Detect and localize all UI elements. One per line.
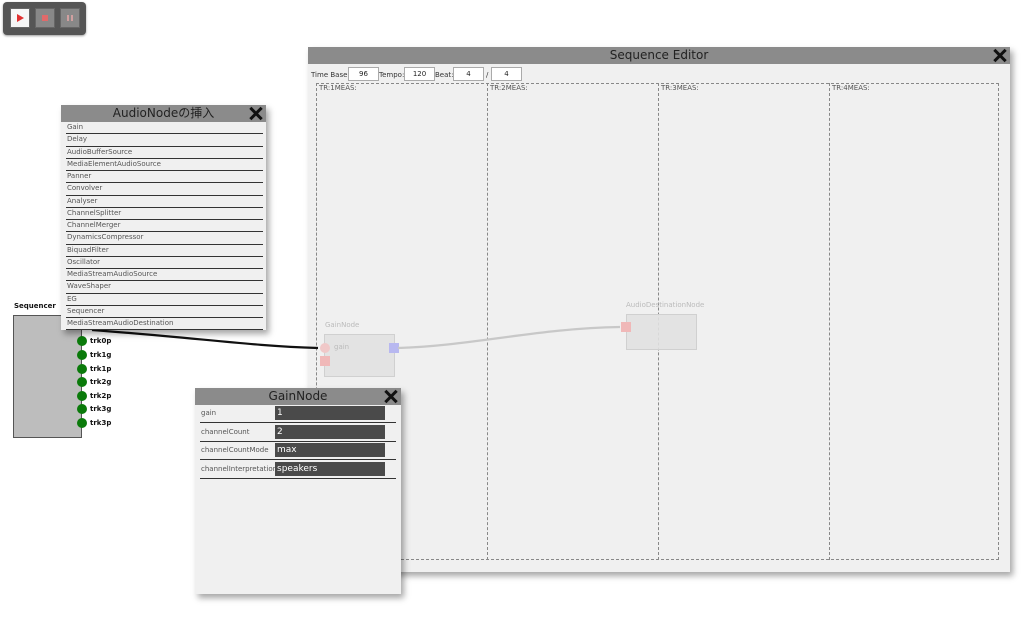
gainnode-properties-panel: GainNode gain 1 channelCount 2 channelCo…	[195, 388, 401, 594]
menu-item-mediastreamaudiosource[interactable]: MediaStreamAudioSource	[66, 269, 263, 282]
track-port[interactable]	[77, 391, 87, 401]
property-label: channelCount	[201, 428, 250, 436]
menu-item-sequencer[interactable]: Sequencer	[66, 306, 263, 318]
property-value-input[interactable]: max	[275, 443, 385, 457]
track-port[interactable]	[77, 364, 87, 374]
menu-item-audiobuffersource[interactable]: AudioBufferSource	[66, 147, 263, 159]
menu-item-mediastreamaudiodestination[interactable]: MediaStreamAudioDestination	[66, 318, 263, 331]
track-port[interactable]	[77, 418, 87, 428]
menu-item-convolver[interactable]: Convolver	[66, 183, 263, 196]
track-port[interactable]	[77, 350, 87, 360]
close-icon[interactable]	[384, 389, 398, 403]
property-value-input[interactable]: 1	[275, 406, 385, 420]
property-label: channelInterpretation	[201, 465, 278, 473]
menu-item-panner[interactable]: Panner	[66, 171, 263, 184]
track-port[interactable]	[77, 377, 87, 387]
insert-menu-title: AudioNodeの挿入	[61, 105, 266, 122]
menu-item-delay[interactable]: Delay	[66, 134, 263, 147]
track-label: trk2p	[90, 392, 112, 400]
property-row-channelcountmode: channelCountMode max	[200, 441, 396, 460]
track-label: trk1g	[90, 351, 112, 359]
property-value-input[interactable]: speakers	[275, 462, 385, 476]
menu-item-waveshaper[interactable]: WaveShaper	[66, 281, 263, 294]
track-label: trk3p	[90, 419, 112, 427]
menu-item-biquadfilter[interactable]: BiquadFilter	[66, 245, 263, 257]
property-row-gain: gain 1	[200, 404, 396, 423]
sequencer-title: Sequencer	[14, 302, 56, 310]
property-value-input[interactable]: 2	[275, 425, 385, 439]
close-icon[interactable]	[249, 106, 263, 120]
menu-item-gain[interactable]: Gain	[66, 122, 263, 135]
gain-panel-title: GainNode	[195, 388, 401, 405]
sequencer-node[interactable]	[13, 315, 82, 438]
track-port[interactable]	[77, 404, 87, 414]
property-row-channelcount: channelCount 2	[200, 423, 396, 442]
property-row-channelinterpretation: channelInterpretation speakers	[200, 460, 396, 479]
track-port[interactable]	[77, 336, 87, 346]
menu-item-mediaelementaudiosource[interactable]: MediaElementAudioSource	[66, 159, 263, 171]
track-label: trk0p	[90, 337, 112, 345]
menu-item-oscillator[interactable]: Oscillator	[66, 257, 263, 269]
property-label: gain	[201, 409, 217, 417]
menu-item-dynamicscompressor[interactable]: DynamicsCompressor	[66, 232, 263, 245]
track-label: trk2g	[90, 378, 112, 386]
gain-to-destination-wire[interactable]	[397, 325, 621, 350]
audionode-list: Gain Delay AudioBufferSource MediaElemen…	[66, 122, 263, 331]
menu-item-channelsplitter[interactable]: ChannelSplitter	[66, 208, 263, 220]
menu-item-analyser[interactable]: Analyser	[66, 196, 263, 208]
property-label: channelCountMode	[201, 446, 269, 454]
menu-item-channelmerger[interactable]: ChannelMerger	[66, 220, 263, 233]
sequencer-wire[interactable]	[91, 328, 319, 350]
track-label: trk1p	[90, 365, 112, 373]
insert-audionode-menu: AudioNodeの挿入 Gain Delay AudioBufferSourc…	[61, 105, 266, 331]
track-label: trk3g	[90, 405, 112, 413]
menu-item-eg[interactable]: EG	[66, 294, 263, 306]
